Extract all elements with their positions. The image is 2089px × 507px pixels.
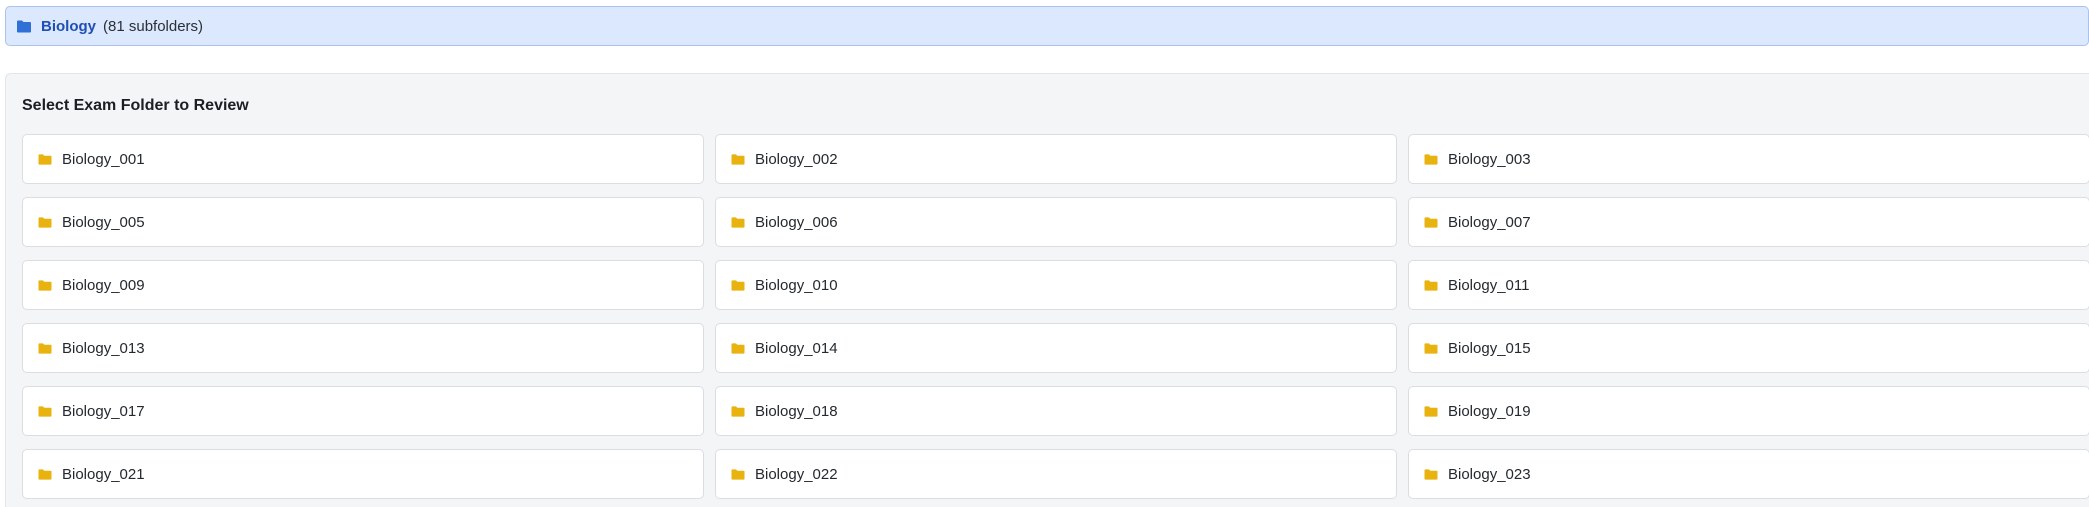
- folder-icon: [38, 216, 52, 228]
- breadcrumb: Biology (81 subfolders): [5, 6, 2089, 46]
- folder-card-label: Biology_017: [62, 402, 145, 420]
- folder-icon: [731, 216, 745, 228]
- folder-icon: [1424, 279, 1438, 291]
- folder-icon: [731, 405, 745, 417]
- folder-card-biology_001[interactable]: Biology_001: [22, 134, 704, 184]
- folder-icon: [731, 279, 745, 291]
- subfolder-count: (81 subfolders): [103, 17, 204, 35]
- folder-card-label: Biology_007: [1448, 213, 1531, 231]
- folder-card-label: Biology_006: [755, 213, 838, 231]
- folder-icon: [38, 468, 52, 480]
- folder-card-label: Biology_003: [1448, 150, 1531, 168]
- folder-card-biology_007[interactable]: Biology_007: [1408, 197, 2089, 247]
- panel-title: Select Exam Folder to Review: [22, 97, 249, 114]
- folder-card-label: Biology_002: [755, 150, 838, 168]
- folder-card-biology_005[interactable]: Biology_005: [22, 197, 704, 247]
- folder-card-biology_013[interactable]: Biology_013: [22, 323, 704, 373]
- folder-card-biology_011[interactable]: Biology_011: [1408, 260, 2089, 310]
- folder-card-label: Biology_005: [62, 213, 145, 231]
- folder-icon: [731, 342, 745, 354]
- folder-card-label: Biology_018: [755, 402, 838, 420]
- folder-icon: [38, 342, 52, 354]
- folder-card-biology_002[interactable]: Biology_002: [715, 134, 1397, 184]
- folder-icon: [38, 279, 52, 291]
- folder-card-label: Biology_023: [1448, 465, 1531, 483]
- folder-icon: [1424, 468, 1438, 480]
- folder-grid: Biology_001 Biology_002 Biology_003 Biol…: [22, 134, 2089, 499]
- folder-card-biology_006[interactable]: Biology_006: [715, 197, 1397, 247]
- folder-card-biology_010[interactable]: Biology_010: [715, 260, 1397, 310]
- folder-card-biology_017[interactable]: Biology_017: [22, 386, 704, 436]
- folder-card-biology_018[interactable]: Biology_018: [715, 386, 1397, 436]
- folder-card-label: Biology_010: [755, 276, 838, 294]
- folder-card-label: Biology_011: [1448, 276, 1530, 294]
- folder-card-biology_022[interactable]: Biology_022: [715, 449, 1397, 499]
- folder-card-biology_015[interactable]: Biology_015: [1408, 323, 2089, 373]
- folder-card-biology_019[interactable]: Biology_019: [1408, 386, 2089, 436]
- folder-card-label: Biology_015: [1448, 339, 1531, 357]
- folder-icon: [1424, 405, 1438, 417]
- folder-icon: [16, 20, 32, 33]
- folder-icon: [731, 153, 745, 165]
- folder-card-label: Biology_014: [755, 339, 838, 357]
- folder-icon: [1424, 216, 1438, 228]
- folder-icon: [1424, 153, 1438, 165]
- folder-icon: [1424, 342, 1438, 354]
- breadcrumb-folder-name[interactable]: Biology: [41, 18, 96, 35]
- folder-card-label: Biology_021: [62, 465, 145, 483]
- folder-card-biology_014[interactable]: Biology_014: [715, 323, 1397, 373]
- folder-card-biology_023[interactable]: Biology_023: [1408, 449, 2089, 499]
- folder-card-biology_009[interactable]: Biology_009: [22, 260, 704, 310]
- folder-icon: [731, 468, 745, 480]
- folder-card-label: Biology_013: [62, 339, 145, 357]
- folder-card-biology_003[interactable]: Biology_003: [1408, 134, 2089, 184]
- folder-card-label: Biology_009: [62, 276, 145, 294]
- folder-icon: [38, 153, 52, 165]
- folder-card-label: Biology_022: [755, 465, 838, 483]
- folder-selection-panel: Select Exam Folder to Review Biology_001…: [5, 73, 2089, 507]
- folder-card-biology_021[interactable]: Biology_021: [22, 449, 704, 499]
- folder-card-label: Biology_019: [1448, 402, 1531, 420]
- folder-card-label: Biology_001: [62, 150, 145, 168]
- folder-icon: [38, 405, 52, 417]
